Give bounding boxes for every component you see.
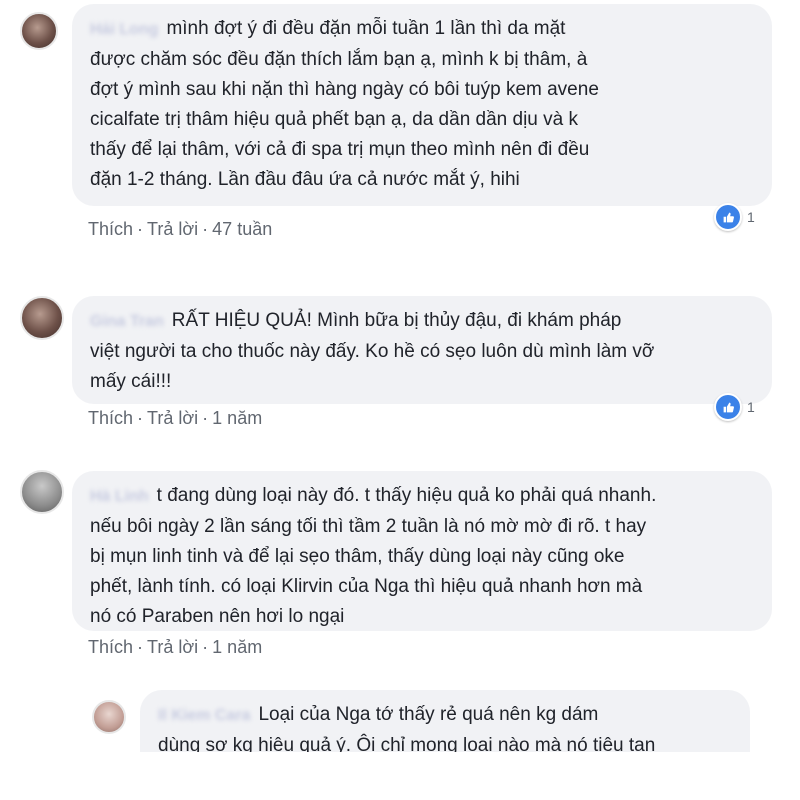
comment-author[interactable]: Il Kiem Cara xyxy=(158,707,250,724)
reaction-badge[interactable]: 1 xyxy=(714,203,755,231)
comment-text-line: phết, lành tính. có loại Klirvin của Nga… xyxy=(90,576,643,597)
avatar[interactable] xyxy=(20,296,64,340)
comment-text-line: được chăm sóc đều đặn thích lắm bạn ạ, m… xyxy=(90,49,588,70)
reaction-badge[interactable]: 1 xyxy=(714,393,755,421)
avatar[interactable] xyxy=(20,470,64,514)
reply-link[interactable]: Trả lời xyxy=(147,408,198,428)
comment-text-line: bị mụn linh tinh và để lại sẹo thâm, thấ… xyxy=(90,546,625,567)
comment-text-line: mấy cái!!! xyxy=(90,371,172,392)
comment-text-line: RẤT HIỆU QUẢ! Mình bữa bị thủy đậu, đi k… xyxy=(171,310,622,331)
comment-text-line: nếu bôi ngày 2 lần sáng tối thì tầm 2 tu… xyxy=(90,516,647,537)
reaction-count: 1 xyxy=(747,209,755,225)
comment-text-line: Loại của Nga tớ thấy rẻ quá nên kg dám xyxy=(258,704,599,725)
comment-text-line: việt người ta cho thuốc này đấy. Ko hề c… xyxy=(90,341,655,362)
like-link[interactable]: Thích xyxy=(88,219,133,239)
timestamp[interactable]: 1 năm xyxy=(212,408,262,428)
comment-actions: Thích · Trả lời · 1 năm xyxy=(88,408,263,428)
reaction-count: 1 xyxy=(747,399,755,415)
timestamp[interactable]: 47 tuần xyxy=(212,219,272,239)
timestamp[interactable]: 1 năm xyxy=(212,637,262,657)
comment-text-line: đợt ý mình sau khi nặn thì hàng ngày có … xyxy=(90,79,599,100)
comment-actions: Thích · Trả lời · 47 tuần xyxy=(88,219,273,239)
comment-bubble: Hải Long mình đợt ý đi đều đặn mỗi tuần 1… xyxy=(72,4,772,206)
bottom-crop xyxy=(0,752,800,800)
comment-actions: Thích · Trả lời · 1 năm xyxy=(88,637,263,657)
comment-text-line: mình đợt ý đi đều đặn mỗi tuần 1 lần thì… xyxy=(166,18,566,39)
comment-bubble: Hà Linh t đang dùng loại này đó. t thấy h… xyxy=(72,471,772,631)
comment-author[interactable]: Hải Long xyxy=(90,21,158,38)
comment-text-line: thấy để lại thâm, với cả đi spa trị mụn … xyxy=(90,139,590,160)
avatar[interactable] xyxy=(20,12,58,50)
comment-text-line: t đang dùng loại này đó. t thấy hiệu quả… xyxy=(156,485,657,506)
like-icon xyxy=(714,393,742,421)
comment-text-line: cicalfate trị thâm hiệu quả phết bạn ạ, … xyxy=(90,109,578,130)
like-icon xyxy=(714,203,742,231)
reply-link[interactable]: Trả lời xyxy=(147,637,198,657)
like-link[interactable]: Thích xyxy=(88,408,133,428)
comment-text-line: nó có Paraben nên hơi lo ngại xyxy=(90,606,345,627)
like-link[interactable]: Thích xyxy=(88,637,133,657)
reply-link[interactable]: Trả lời xyxy=(147,219,198,239)
comment-author[interactable]: Hà Linh xyxy=(90,488,149,505)
avatar[interactable] xyxy=(92,700,126,734)
comment-text-line: đặn 1-2 tháng. Lần đầu đâu ứa cả nước mắ… xyxy=(90,169,520,190)
comment-author[interactable]: Gina Tran xyxy=(90,313,164,330)
comment-bubble: Gina Tran RẤT HIỆU QUẢ! Mình bữa bị thủy … xyxy=(72,296,772,404)
